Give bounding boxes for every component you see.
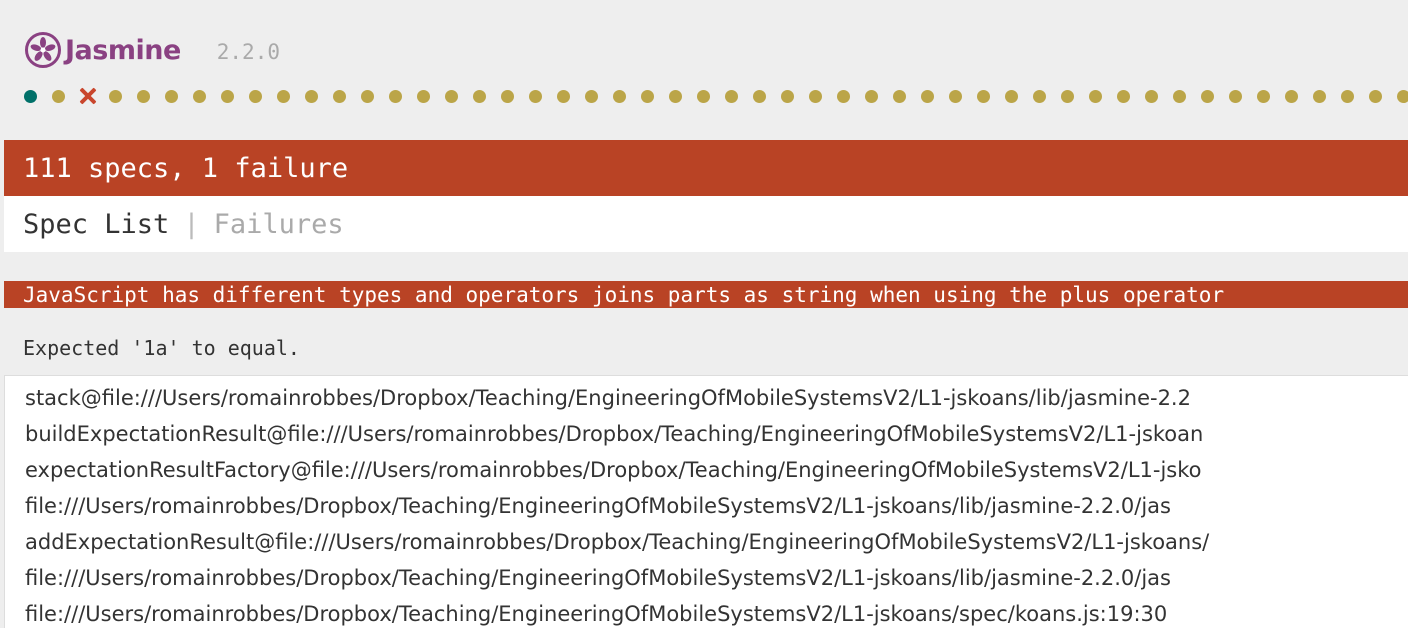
passed-spec-dot[interactable]: [697, 89, 710, 103]
stack-line: addExpectationResult@file:///Users/romai…: [25, 530, 1210, 554]
passed-spec-dot[interactable]: [1089, 89, 1102, 103]
passed-spec-dot[interactable]: [417, 89, 430, 103]
spec-list-link[interactable]: Spec List: [23, 209, 169, 240]
passed-spec-dot[interactable]: [809, 89, 822, 103]
version-label: 2.2.0: [216, 40, 280, 64]
passed-spec-dot[interactable]: [1313, 89, 1326, 103]
passed-spec-dot[interactable]: [361, 89, 374, 103]
failure-message: Expected '1a' to equal.: [23, 336, 300, 360]
stack-trace: stack@file:///Users/romainrobbes/Dropbox…: [4, 375, 1408, 628]
passed-spec-dot[interactable]: [1257, 89, 1270, 103]
jasmine-banner: Jasmine 2.2.0: [24, 28, 280, 72]
summary-text: 111 specs, 1 failure: [23, 152, 349, 184]
passed-spec-dot[interactable]: [529, 89, 542, 103]
failure-spec-title[interactable]: JavaScript has different types and opera…: [4, 281, 1408, 308]
passed-spec-dot[interactable]: [921, 89, 934, 103]
passed-spec-dot[interactable]: [949, 89, 962, 103]
passed-spec-dot[interactable]: [24, 89, 37, 103]
passed-spec-dot[interactable]: [193, 89, 206, 103]
passed-spec-dot[interactable]: [1369, 89, 1382, 103]
passed-spec-dot[interactable]: [1201, 89, 1214, 103]
stack-line: expectationResultFactory@file:///Users/r…: [25, 458, 1202, 482]
passed-spec-dot[interactable]: [613, 89, 626, 103]
passed-spec-dot[interactable]: [1145, 89, 1158, 103]
passed-spec-dot[interactable]: [305, 89, 318, 103]
failure-title-text: JavaScript has different types and opera…: [23, 282, 1225, 307]
passed-spec-dot[interactable]: [473, 89, 486, 103]
passed-spec-dot[interactable]: [137, 89, 150, 103]
passed-spec-dot[interactable]: [1061, 89, 1074, 103]
passed-spec-dot[interactable]: [557, 89, 570, 103]
passed-spec-dot[interactable]: [249, 89, 262, 103]
passed-spec-dot[interactable]: [1229, 89, 1242, 103]
passed-spec-dot[interactable]: [109, 89, 122, 103]
passed-spec-dot[interactable]: [165, 89, 178, 103]
passed-spec-dot[interactable]: [977, 89, 990, 103]
failures-link[interactable]: Failures: [214, 209, 344, 240]
stack-line: buildExpectationResult@file:///Users/rom…: [25, 422, 1204, 446]
jasmine-logo[interactable]: Jasmine: [24, 31, 181, 69]
passed-spec-dot[interactable]: [1341, 89, 1354, 103]
passed-spec-dot[interactable]: [585, 89, 598, 103]
passed-spec-dot[interactable]: [501, 89, 514, 103]
passed-spec-dot[interactable]: [781, 89, 794, 103]
passed-spec-dot[interactable]: [1285, 89, 1298, 103]
passed-spec-dot[interactable]: [1117, 89, 1130, 103]
summary-bar: 111 specs, 1 failure: [4, 140, 1408, 196]
passed-spec-dot[interactable]: [1033, 89, 1046, 103]
passed-spec-dot[interactable]: [1173, 89, 1186, 103]
passed-spec-dot[interactable]: [725, 89, 738, 103]
results-menu: Spec List | Failures: [4, 196, 1408, 252]
passed-spec-dot[interactable]: [277, 89, 290, 103]
stack-line: file:///Users/romainrobbes/Dropbox/Teach…: [25, 494, 1171, 518]
logo-text: Jasmine: [65, 34, 181, 66]
passed-spec-dot[interactable]: [52, 89, 65, 103]
passed-spec-dot[interactable]: [1397, 89, 1408, 103]
passed-spec-dot[interactable]: [333, 89, 346, 103]
passed-spec-dot[interactable]: [865, 89, 878, 103]
passed-spec-dot[interactable]: [221, 89, 234, 103]
passed-spec-dot[interactable]: [893, 89, 906, 103]
passed-spec-dot[interactable]: [669, 89, 682, 103]
passed-spec-dot[interactable]: [641, 89, 654, 103]
passed-spec-dot[interactable]: [1005, 89, 1018, 103]
passed-spec-dot[interactable]: [445, 89, 458, 103]
stack-line: file:///Users/romainrobbes/Dropbox/Teach…: [25, 602, 1168, 626]
jasmine-flower-icon: [25, 32, 61, 68]
spec-results-dots: [24, 85, 1408, 107]
failed-spec-marker[interactable]: [78, 86, 98, 106]
passed-spec-dot[interactable]: [389, 89, 402, 103]
passed-spec-dot[interactable]: [753, 89, 766, 103]
stack-line: file:///Users/romainrobbes/Dropbox/Teach…: [25, 566, 1171, 590]
menu-separator: |: [183, 208, 200, 240]
stack-line: stack@file:///Users/romainrobbes/Dropbox…: [25, 386, 1191, 410]
passed-spec-dot[interactable]: [837, 89, 850, 103]
